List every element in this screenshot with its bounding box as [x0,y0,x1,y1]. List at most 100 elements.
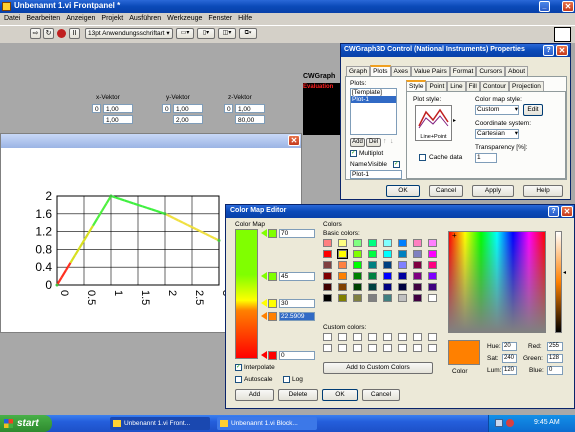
basic-color-swatch[interactable] [353,294,362,302]
basic-color-swatch[interactable] [413,239,422,247]
subtab-style[interactable]: Style [406,80,427,91]
marker-45[interactable] [261,272,267,280]
basic-color-swatch[interactable] [323,272,332,280]
basic-color-swatch[interactable] [383,283,392,291]
cme-cancel-button[interactable]: Cancel [362,389,400,401]
cme-ok-button[interactable]: OK [322,389,358,401]
cwgraph-display[interactable]: Evaluation [303,83,341,135]
basic-color-swatch[interactable] [323,283,332,291]
transparency-field[interactable]: 1 [475,153,497,163]
custom-color-swatch[interactable] [428,333,437,341]
marker-30[interactable] [261,299,267,307]
taskbar-item-frontpanel[interactable]: Unbenannt 1.vi Front... [110,417,210,430]
color-map-style-select[interactable]: Custom ▾ [475,105,519,115]
custom-color-swatch[interactable] [353,333,362,341]
basic-color-swatch[interactable] [368,250,377,258]
cme-delete-button[interactable]: Delete [278,389,318,401]
delete-plot-button[interactable]: Del [366,138,381,147]
menu-projekt[interactable]: Projekt [101,15,123,22]
basic-color-swatch[interactable] [428,294,437,302]
basic-color-swatch[interactable] [383,261,392,269]
value-70[interactable]: 70 [279,229,315,238]
z-vector-value-1[interactable]: 1,00 [235,104,265,113]
y-vector-value-2[interactable]: 2,00 [173,115,203,124]
plot-close-button[interactable]: ✕ [288,135,300,146]
sat-field[interactable]: 240 [502,354,517,363]
tab-graph[interactable]: Graph [346,66,371,76]
basic-color-swatch[interactable] [323,261,332,269]
basic-color-swatch[interactable] [398,239,407,247]
tab-axes[interactable]: Axes [390,66,411,76]
subtab-line[interactable]: Line [447,81,466,91]
properties-help-button[interactable]: Help [523,185,563,197]
basic-color-swatch[interactable] [323,239,332,247]
custom-color-swatch[interactable] [368,333,377,341]
basic-color-swatch[interactable] [338,283,347,291]
tab-plots[interactable]: Plots [370,65,391,76]
move-up-icon[interactable]: ↑ [383,138,387,145]
value-45[interactable]: 45 [279,272,315,281]
basic-color-swatch[interactable] [337,249,348,259]
log-checkbox[interactable] [283,376,290,383]
basic-color-swatch[interactable] [428,239,437,247]
basic-color-swatch[interactable] [353,283,362,291]
menu-ausfuehren[interactable]: Ausführen [129,15,161,22]
subtab-fill[interactable]: Fill [465,81,480,91]
plot-style-picker[interactable]: Line+Point [415,105,452,141]
marker-70[interactable] [261,229,267,237]
resize-icon[interactable]: ◫▾ [218,28,236,39]
align-icon[interactable]: ▭▾ [176,28,194,39]
basic-color-swatch[interactable] [338,272,347,280]
multiplot-checkbox[interactable]: ✓ [350,150,357,157]
custom-color-swatch[interactable] [428,344,437,352]
menu-werkzeuge[interactable]: Werkzeuge [167,15,202,22]
color-map-ramp[interactable] [235,229,258,359]
basic-color-swatch[interactable] [338,261,347,269]
basic-color-swatch[interactable] [398,283,407,291]
value-30[interactable]: 30 [279,299,315,308]
subtab-projection[interactable]: Projection [509,81,544,91]
custom-color-swatch[interactable] [338,333,347,341]
menu-anzeigen[interactable]: Anzeigen [66,15,95,22]
properties-apply-button[interactable]: Apply [472,185,514,197]
properties-ok-button[interactable]: OK [386,185,420,197]
basic-color-swatch[interactable] [353,261,362,269]
luminance-arrow-icon[interactable]: ◂ [563,269,566,276]
basic-color-swatch[interactable] [368,283,377,291]
add-plot-button[interactable]: Add [350,138,365,147]
interpolate-checkbox[interactable]: ✓ [235,364,242,371]
custom-color-swatch[interactable] [368,344,377,352]
custom-color-swatch[interactable] [338,344,347,352]
cache-data-checkbox[interactable] [419,154,426,161]
tab-value-pairs[interactable]: Value Pairs [410,66,450,76]
hue-field[interactable]: 20 [502,342,517,351]
run-continuous-icon[interactable]: ↻ [43,28,54,39]
red-field[interactable]: 255 [547,342,563,351]
custom-color-swatch[interactable] [323,344,332,352]
custom-color-swatch[interactable] [383,344,392,352]
basic-color-swatch[interactable] [323,294,332,302]
basic-color-swatch[interactable] [413,283,422,291]
basic-color-swatch[interactable] [413,261,422,269]
cme-close-button[interactable]: ✕ [561,206,573,217]
properties-close-button[interactable]: ✕ [556,45,568,56]
add-to-custom-colors-button[interactable]: Add to Custom Colors [323,362,433,374]
basic-color-swatch[interactable] [428,250,437,258]
tab-about[interactable]: About [505,66,529,76]
color-spectrum[interactable] [448,231,546,333]
value-0[interactable]: 0 [279,351,315,360]
menu-bearbeiten[interactable]: Bearbeiten [26,15,60,22]
distribute-icon[interactable]: ▯▾ [197,28,215,39]
basic-color-swatch[interactable] [413,250,422,258]
z-vector-value-2[interactable]: 80,00 [235,115,265,124]
basic-color-swatch[interactable] [323,250,332,258]
start-button[interactable]: start [0,415,52,432]
custom-color-swatch[interactable] [398,333,407,341]
marker-0[interactable] [261,351,267,359]
plot-style-arrow-icon[interactable]: ▸ [453,117,456,124]
basic-color-swatch[interactable] [368,294,377,302]
luminance-bar[interactable] [555,231,562,333]
basic-color-swatch[interactable] [368,272,377,280]
menu-hilfe[interactable]: Hilfe [238,15,252,22]
lum-field[interactable]: 120 [502,366,517,375]
